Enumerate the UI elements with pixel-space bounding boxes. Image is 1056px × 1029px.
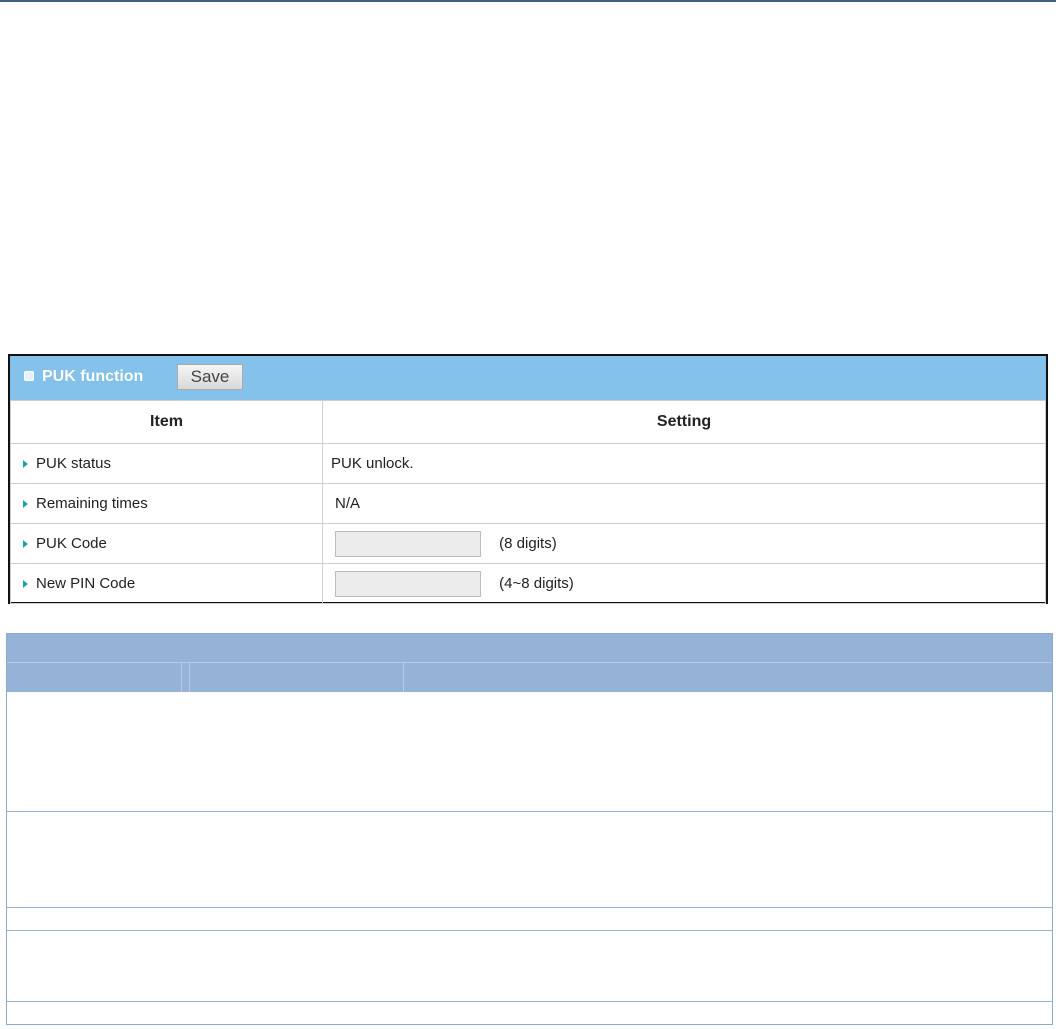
panel-title: PUK function — [42, 368, 144, 385]
setting-cell: N/A — [322, 483, 1046, 524]
column-divider — [189, 662, 190, 692]
puk-settings-table: Item Setting PUK status PUK unlock. Rema… — [10, 400, 1046, 604]
puk-code-input[interactable] — [335, 530, 481, 557]
row-label-puk-code: PUK Code — [36, 535, 107, 552]
row-divider — [7, 907, 1052, 908]
row-divider — [7, 930, 1052, 931]
column-divider — [403, 662, 404, 692]
column-header-setting: Setting — [322, 400, 1046, 444]
top-rule — [0, 0, 1056, 2]
arrow-right-icon — [23, 460, 28, 469]
setting-cell: (8 digits) — [322, 523, 1046, 564]
arrow-right-icon — [23, 580, 28, 589]
item-cell: PUK status — [10, 443, 323, 484]
row-divider — [7, 811, 1052, 812]
arrow-right-icon — [23, 500, 28, 509]
table-row: New PIN Code (4~8 digits) — [10, 563, 1046, 604]
item-cell: PUK Code — [10, 523, 323, 564]
panel-header: PUK function Save — [10, 356, 1046, 401]
row-divider — [7, 1001, 1052, 1002]
new-pin-code-hint: (4~8 digits) — [499, 575, 574, 592]
description-table-header — [7, 634, 1052, 692]
save-button[interactable]: Save — [177, 364, 243, 390]
column-header-item: Item — [10, 400, 323, 444]
table-header-row: Item Setting — [10, 400, 1046, 444]
table-row: PUK Code (8 digits) — [10, 523, 1046, 564]
item-cell: Remaining times — [10, 483, 323, 524]
table-row: Remaining times N/A — [10, 483, 1046, 524]
arrow-right-icon — [23, 540, 28, 549]
table-row: PUK status PUK unlock. — [10, 443, 1046, 484]
row-label-puk-status: PUK status — [36, 455, 112, 472]
setting-cell: PUK unlock. — [322, 443, 1046, 484]
row-label-remaining-times: Remaining times — [36, 495, 148, 512]
header-divider — [7, 662, 1052, 663]
setting-cell: (4~8 digits) — [322, 563, 1046, 604]
item-cell: New PIN Code — [10, 563, 323, 604]
bullet-icon — [24, 371, 34, 381]
puk-code-hint: (8 digits) — [499, 535, 557, 552]
column-divider — [181, 662, 182, 692]
remaining-times-value: N/A — [335, 495, 361, 512]
puk-function-panel: PUK function Save Item Setting PUK statu… — [8, 354, 1048, 604]
new-pin-code-input[interactable] — [335, 570, 481, 597]
puk-status-value: PUK unlock. — [331, 455, 414, 472]
row-label-new-pin-code: New PIN Code — [36, 575, 136, 592]
description-table — [6, 633, 1053, 1025]
